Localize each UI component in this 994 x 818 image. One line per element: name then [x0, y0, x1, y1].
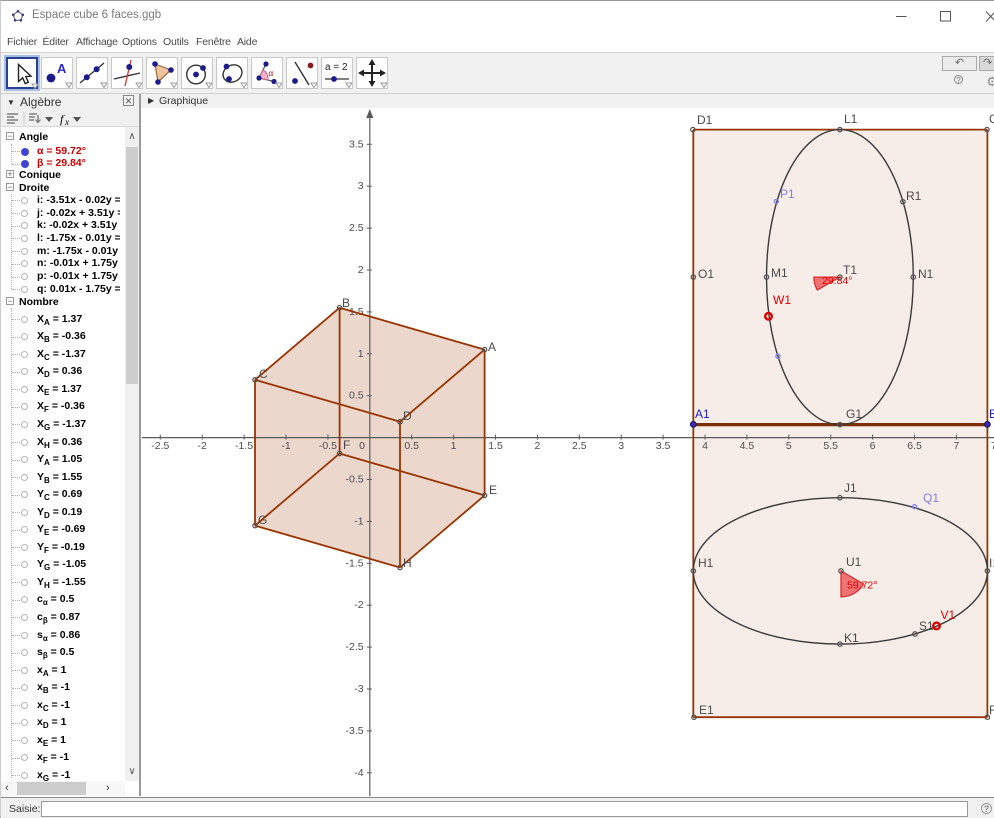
- svg-text:A: A: [488, 340, 496, 354]
- svg-text:I1: I1: [989, 556, 994, 570]
- svg-text:6: 6: [870, 440, 876, 452]
- svg-text:-0.5: -0.5: [346, 474, 364, 486]
- svg-text:-3.5: -3.5: [346, 725, 364, 737]
- svg-text:3: 3: [618, 440, 624, 452]
- svg-text:3.5: 3.5: [349, 138, 364, 150]
- svg-text:A: A: [57, 61, 67, 76]
- svg-text:1: 1: [358, 348, 364, 360]
- svg-text:U1: U1: [846, 555, 862, 569]
- svg-text:S1: S1: [919, 619, 934, 633]
- svg-text:E: E: [489, 483, 497, 497]
- svg-text:0: 0: [359, 440, 365, 452]
- svg-text:-2.5: -2.5: [346, 641, 364, 653]
- svg-text:2: 2: [358, 264, 364, 276]
- svg-text:1.5: 1.5: [488, 440, 503, 452]
- svg-text:5.5: 5.5: [823, 440, 838, 452]
- svg-text:-2: -2: [354, 599, 363, 611]
- svg-text:α: α: [269, 69, 274, 78]
- svg-text:A1: A1: [695, 407, 710, 421]
- svg-text:6.5: 6.5: [907, 440, 922, 452]
- svg-text:B: B: [342, 296, 350, 310]
- svg-text:3: 3: [358, 180, 364, 192]
- svg-text:C1: C1: [989, 112, 994, 126]
- svg-text:-3: -3: [354, 683, 363, 695]
- svg-text:4: 4: [702, 440, 708, 452]
- svg-text:F1: F1: [989, 703, 994, 717]
- svg-text:2.5: 2.5: [572, 440, 587, 452]
- svg-text:M1: M1: [771, 266, 788, 280]
- svg-text:G: G: [258, 513, 267, 527]
- svg-text:V1: V1: [941, 608, 956, 622]
- svg-text:C: C: [259, 367, 268, 381]
- svg-text:2.5: 2.5: [349, 222, 364, 234]
- svg-text:L1: L1: [844, 112, 858, 126]
- svg-text:R1: R1: [906, 189, 922, 203]
- svg-text:J1: J1: [844, 481, 857, 495]
- svg-text:D1: D1: [697, 113, 713, 127]
- svg-text:-1: -1: [281, 440, 290, 452]
- svg-text:T1: T1: [843, 263, 857, 277]
- svg-text:H: H: [403, 556, 412, 570]
- svg-text:O1: O1: [698, 267, 714, 281]
- svg-text:0.5: 0.5: [404, 440, 419, 452]
- svg-text:7: 7: [953, 440, 959, 452]
- svg-text:2: 2: [534, 440, 540, 452]
- svg-text:-1: -1: [354, 515, 363, 527]
- svg-text:3.5: 3.5: [656, 440, 671, 452]
- svg-text:-2.5: -2.5: [151, 440, 169, 452]
- svg-text:F: F: [343, 438, 350, 452]
- svg-text:59.72°: 59.72°: [847, 580, 877, 592]
- svg-text:-4: -4: [354, 767, 363, 779]
- svg-text:-1.5: -1.5: [346, 557, 364, 569]
- svg-text:D: D: [403, 409, 412, 423]
- svg-text:x: x: [64, 117, 69, 127]
- svg-text:a = 2: a = 2: [325, 62, 348, 73]
- svg-text:4.5: 4.5: [740, 440, 755, 452]
- svg-text:-0.5: -0.5: [319, 440, 337, 452]
- svg-text:0.5: 0.5: [349, 390, 364, 402]
- svg-text:W1: W1: [773, 293, 791, 307]
- svg-text:E1: E1: [699, 703, 714, 717]
- svg-text:1: 1: [451, 440, 457, 452]
- svg-text:Q1: Q1: [923, 491, 939, 505]
- svg-text:5: 5: [786, 440, 792, 452]
- svg-text:-1.5: -1.5: [235, 440, 253, 452]
- svg-text:H1: H1: [698, 556, 714, 570]
- svg-text:-2: -2: [198, 440, 207, 452]
- svg-text:N1: N1: [918, 267, 934, 281]
- svg-text:B1: B1: [989, 407, 994, 421]
- svg-text:P1: P1: [780, 187, 795, 201]
- svg-text:G1: G1: [846, 407, 862, 421]
- svg-text:K1: K1: [844, 631, 859, 645]
